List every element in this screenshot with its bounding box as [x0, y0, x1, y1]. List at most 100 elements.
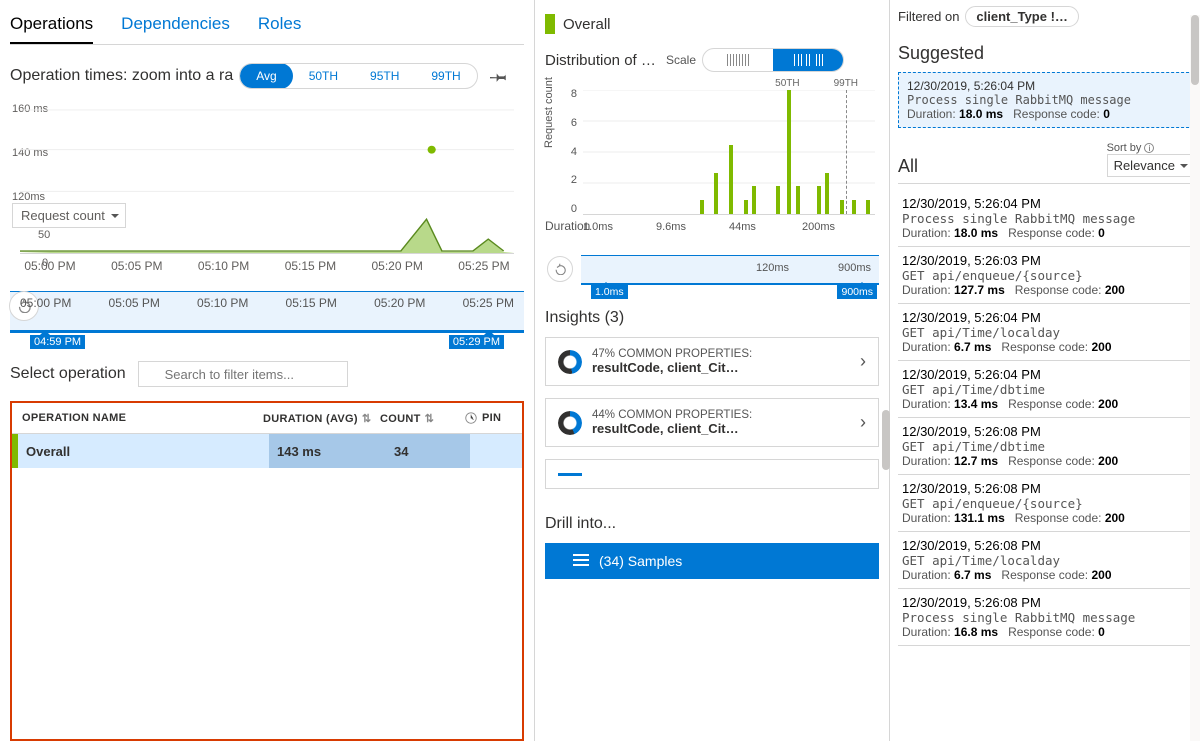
dx-1: 9.6ms: [656, 221, 729, 233]
col-operation-name[interactable]: OPERATION NAME: [18, 412, 263, 424]
search-input[interactable]: [138, 361, 348, 387]
dur-label: Duration:: [902, 283, 954, 297]
all-header: All: [898, 156, 918, 177]
item-code: 0: [1098, 625, 1105, 639]
filter-chip[interactable]: client_Type !…: [965, 6, 1079, 27]
pill-99th[interactable]: 99TH: [415, 63, 476, 89]
item-operation: GET api/enqueue/{source}: [902, 496, 1190, 511]
code-label: Response code:: [1008, 454, 1098, 468]
samples-button[interactable]: (34) Samples: [545, 543, 879, 579]
code-label: Response code:: [1001, 340, 1091, 354]
chevron-right-icon: ›: [860, 351, 866, 372]
item-code: 0: [1098, 226, 1105, 240]
insight-card-3[interactable]: [545, 459, 879, 489]
dur-label: Duration:: [902, 511, 954, 525]
dur-label: Duration:: [902, 340, 954, 354]
list-item[interactable]: 12/30/2019, 5:26:04 PM GET api/Time/dbti…: [898, 361, 1194, 418]
tab-operations[interactable]: Operations: [10, 10, 93, 44]
dist-brush-start-tag[interactable]: 1.0ms: [591, 285, 628, 299]
hist-bar: [840, 200, 844, 214]
hist-bar: [744, 200, 748, 214]
bx-3: 05:15 PM: [286, 296, 337, 310]
hist-bar: [787, 90, 791, 214]
pill-50th[interactable]: 50TH: [293, 63, 354, 89]
item-duration: 18.0 ms: [954, 226, 998, 240]
brush-end-tag[interactable]: 05:29 PM: [449, 335, 504, 349]
table-row[interactable]: Overall 143 ms 34: [12, 434, 522, 468]
item-operation: GET api/Time/dbtime: [902, 382, 1190, 397]
pin-icon[interactable]: [490, 67, 508, 85]
item-operation: Process single RabbitMQ message: [902, 610, 1190, 625]
sort-dropdown[interactable]: Relevance: [1107, 154, 1194, 177]
brush-start-tag[interactable]: 04:59 PM: [30, 335, 85, 349]
xt-5: 05:25 PM: [454, 259, 514, 273]
dist-brush-lab-mid: 120ms: [756, 262, 789, 274]
item-operation: GET api/enqueue/{source}: [902, 268, 1190, 283]
scrollbar-thumb[interactable]: [882, 410, 890, 470]
tab-dependencies[interactable]: Dependencies: [121, 10, 230, 44]
info-icon[interactable]: i: [1144, 143, 1154, 153]
code-label: Response code:: [1015, 511, 1105, 525]
xt-3: 05:15 PM: [280, 259, 340, 273]
scale-toggle: [702, 48, 844, 72]
pill-avg[interactable]: Avg: [240, 63, 292, 89]
item-duration: 6.7 ms: [954, 340, 991, 354]
operation-times-chart[interactable]: 160 ms 140 ms 120ms Request count 50 0 0…: [10, 99, 524, 289]
time-brush[interactable]: 05:00 PM 05:05 PM 05:10 PM 05:15 PM 05:2…: [10, 291, 524, 333]
clock-icon: [464, 411, 478, 425]
hist-bar: [776, 186, 780, 214]
sugg-timestamp: 12/30/2019, 5:26:04 PM: [907, 79, 1185, 93]
hist-bar: [700, 200, 704, 214]
donut-icon: [558, 411, 582, 435]
list-item[interactable]: 12/30/2019, 5:26:08 PM GET api/enqueue/{…: [898, 475, 1194, 532]
row-pin[interactable]: [470, 434, 522, 468]
dur-label: Duration:: [902, 568, 954, 582]
pill-95th[interactable]: 95TH: [354, 63, 415, 89]
scale-linear[interactable]: [703, 49, 773, 71]
donut-icon: [558, 350, 582, 374]
right-scrollbar[interactable]: [1190, 15, 1200, 741]
all-list: 12/30/2019, 5:26:04 PM Process single Ra…: [898, 190, 1194, 646]
insight-card-1[interactable]: 47% COMMON PROPERTIES: resultCode, clien…: [545, 337, 879, 386]
search-wrap: [138, 361, 524, 387]
line-chart-xaxis: 05:00 PM 05:05 PM 05:10 PM 05:15 PM 05:2…: [20, 259, 514, 273]
insights-header: Insights (3): [545, 309, 879, 327]
bx-4: 05:20 PM: [374, 296, 425, 310]
col-duration[interactable]: DURATION (AVG)⇅: [263, 412, 380, 425]
item-code: 200: [1105, 283, 1125, 297]
insight-card-2[interactable]: 44% COMMON PROPERTIES: resultCode, clien…: [545, 398, 879, 447]
distribution-brush[interactable]: 120ms 900ms 1.0ms 900ms: [581, 255, 879, 285]
chevron-right-icon: ›: [860, 412, 866, 433]
item-code: 200: [1091, 568, 1111, 582]
item-duration: 12.7 ms: [954, 454, 998, 468]
col-count[interactable]: COUNT⇅: [380, 412, 464, 425]
list-item[interactable]: 12/30/2019, 5:26:03 PM GET api/enqueue/{…: [898, 247, 1194, 304]
scale-log[interactable]: [773, 49, 843, 71]
row-count: 34: [386, 434, 470, 468]
dx-2: 44ms: [729, 221, 802, 233]
list-item[interactable]: 12/30/2019, 5:26:08 PM GET api/Time/dbti…: [898, 418, 1194, 475]
samples-button-label: (34) Samples: [599, 553, 682, 569]
tab-roles[interactable]: Roles: [258, 10, 301, 44]
p99-marker: 99TH: [834, 78, 858, 89]
list-item[interactable]: 12/30/2019, 5:26:04 PM GET api/Time/loca…: [898, 304, 1194, 361]
list-item[interactable]: 12/30/2019, 5:26:08 PM Process single Ra…: [898, 589, 1194, 646]
col-pin[interactable]: PIN: [464, 411, 516, 425]
item-operation: Process single RabbitMQ message: [902, 211, 1190, 226]
suggested-card[interactable]: 12/30/2019, 5:26:04 PM Process single Ra…: [898, 72, 1194, 128]
dist-brush-back-button[interactable]: [547, 256, 573, 282]
item-timestamp: 12/30/2019, 5:26:04 PM: [902, 196, 1190, 211]
xt-4: 05:20 PM: [367, 259, 427, 273]
hist-bar: [796, 186, 800, 214]
distribution-chart[interactable]: Request count 8 6 4 2 0 50TH 99TH Durati…: [545, 80, 879, 255]
item-code: 200: [1098, 397, 1118, 411]
code-label: Response code:: [1001, 568, 1091, 582]
list-item[interactable]: 12/30/2019, 5:26:08 PM GET api/Time/loca…: [898, 532, 1194, 589]
sugg-operation: Process single RabbitMQ message: [907, 93, 1185, 107]
dur-label: Duration:: [902, 226, 954, 240]
dist-brush-end-tag[interactable]: 900ms: [837, 285, 877, 299]
dur-label: Duration:: [907, 107, 956, 121]
drill-into-label: Drill into...: [545, 515, 879, 533]
list-item[interactable]: 12/30/2019, 5:26:04 PM Process single Ra…: [898, 190, 1194, 247]
sugg-dur: 18.0 ms: [959, 107, 1003, 121]
